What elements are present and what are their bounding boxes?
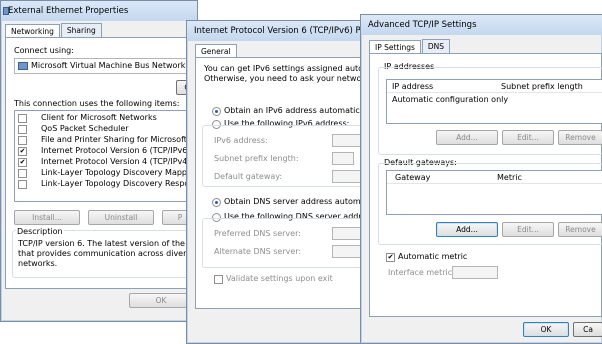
uninstall-button[interactable]: Uninstall xyxy=(88,210,154,225)
tab-networking[interactable]: Networking xyxy=(5,24,60,38)
table-row[interactable]: Automatic configuration only xyxy=(392,95,508,104)
list-item[interactable]: Link-Layer Topology Discovery Mapper I/O… xyxy=(15,168,218,179)
automatic-metric-label: Automatic metric xyxy=(398,252,468,261)
column-header-gateway[interactable]: Gateway xyxy=(395,173,430,182)
item-checkbox[interactable]: ✔ xyxy=(18,158,27,167)
validate-label: Validate settings upon exit xyxy=(226,274,333,283)
advanced-tcpip-window: Advanced TCP/IP Settings IP Settings DNS… xyxy=(360,14,602,344)
tab-dns[interactable]: DNS xyxy=(421,39,451,53)
ethernet-title: External Ethernet Properties xyxy=(8,6,129,16)
item-label: Client for Microsoft Networks xyxy=(41,113,157,122)
ip-remove-button[interactable]: Remove xyxy=(558,130,602,145)
gateway-remove-button[interactable]: Remove xyxy=(558,222,602,237)
subnet-prefix-input[interactable] xyxy=(332,152,354,165)
advanced-title: Advanced TCP/IP Settings xyxy=(368,20,477,30)
list-item[interactable]: File and Printer Sharing for Microsoft N… xyxy=(15,135,223,146)
alternate-dns-label: Alternate DNS server: xyxy=(214,247,302,256)
items-label: This connection uses the following items… xyxy=(14,99,180,108)
ip-addresses-table: IP address Subnet prefix length Automati… xyxy=(386,79,602,124)
general-panel: You can get IPv6 settings assigned autom… xyxy=(195,57,395,309)
gateways-table: Gateway Metric xyxy=(386,170,602,215)
column-header-metric[interactable]: Metric xyxy=(497,173,522,182)
ipv6-address-label: IPv6 address: xyxy=(214,136,268,145)
ip-table-header: IP address Subnet prefix length xyxy=(387,80,602,93)
automatic-metric-checkbox[interactable]: ✔ xyxy=(386,253,395,262)
item-checkbox[interactable] xyxy=(18,180,27,189)
item-checkbox[interactable] xyxy=(18,125,27,134)
item-checkbox[interactable] xyxy=(18,136,27,145)
adapter-icon xyxy=(18,62,28,70)
advanced-titlebar[interactable]: Advanced TCP/IP Settings xyxy=(361,15,602,35)
ethernet-ok-button[interactable]: OK xyxy=(129,293,193,308)
items-list: Client for Microsoft Networks QoS Packet… xyxy=(14,110,223,202)
gateway-table-header: Gateway Metric xyxy=(387,171,602,184)
interface-metric-input[interactable] xyxy=(452,266,498,279)
dns-group xyxy=(202,218,376,268)
interface-metric-label: Interface metric: xyxy=(388,268,455,277)
tab-ip-settings[interactable]: IP Settings xyxy=(369,40,421,54)
validate-checkbox[interactable] xyxy=(214,275,223,284)
item-label: Internet Protocol Version 6 (TCP/IPv6) xyxy=(41,146,191,155)
obtain-ipv6-auto-label: Obtain an IPv6 address automatically xyxy=(224,106,374,115)
obtain-dns-auto-radio[interactable] xyxy=(212,198,221,207)
list-item[interactable]: QoS Packet Scheduler xyxy=(15,124,195,135)
ethernet-properties-window: External Ethernet Properties Networking … xyxy=(0,0,226,322)
connect-using-label: Connect using: xyxy=(14,46,74,55)
ipv6-titlebar[interactable]: Internet Protocol Version 6 (TCP/IPv6) P… xyxy=(187,21,389,41)
gateway-add-button[interactable]: Add... xyxy=(436,222,498,237)
adapter-box: Microsoft Virtual Machine Bus Network Ad… xyxy=(14,58,220,74)
networking-panel: Connect using: Microsoft Virtual Machine… xyxy=(5,37,226,289)
list-item[interactable]: Link-Layer Topology Discovery Responder xyxy=(15,179,208,190)
advanced-ok-button[interactable]: OK xyxy=(523,322,569,337)
default-gateway-label: Default gateway: xyxy=(214,172,283,181)
item-checkbox[interactable]: ✔ xyxy=(18,147,27,156)
description-label: Description xyxy=(16,227,64,236)
ip-settings-panel: IP addresses IP address Subnet prefix le… xyxy=(369,53,602,317)
column-header-subnet-prefix[interactable]: Subnet prefix length xyxy=(501,82,583,91)
list-item[interactable]: ✔ Internet Protocol Version 4 (TCP/IPv4) xyxy=(15,157,195,168)
list-item[interactable]: Client for Microsoft Networks xyxy=(15,113,195,124)
tab-general[interactable]: General xyxy=(195,44,237,58)
install-button[interactable]: Install... xyxy=(14,210,80,225)
item-label: QoS Packet Scheduler xyxy=(41,124,129,133)
list-item[interactable]: ✔ Internet Protocol Version 6 (TCP/IPv6) xyxy=(15,146,195,157)
item-label: Link-Layer Topology Discovery Responder xyxy=(41,179,208,188)
advanced-cancel-button[interactable]: Ca xyxy=(573,322,602,337)
subnet-prefix-label: Subnet prefix length: xyxy=(214,154,299,163)
item-checkbox[interactable] xyxy=(18,114,27,123)
item-label: Internet Protocol Version 4 (TCP/IPv4) xyxy=(41,157,191,166)
ipv6-properties-window: Internet Protocol Version 6 (TCP/IPv6) P… xyxy=(186,20,395,344)
item-checkbox[interactable] xyxy=(18,169,27,178)
column-header-ip-address[interactable]: IP address xyxy=(392,82,433,91)
tab-sharing[interactable]: Sharing xyxy=(60,23,102,37)
ip-add-button[interactable]: Add... xyxy=(436,130,498,145)
gateway-edit-button[interactable]: Edit... xyxy=(502,222,554,237)
preferred-dns-label: Preferred DNS server: xyxy=(214,229,301,238)
ethernet-titlebar[interactable]: External Ethernet Properties xyxy=(1,1,197,21)
obtain-ipv6-auto-radio[interactable] xyxy=(212,107,221,116)
ip-edit-button[interactable]: Edit... xyxy=(502,130,554,145)
